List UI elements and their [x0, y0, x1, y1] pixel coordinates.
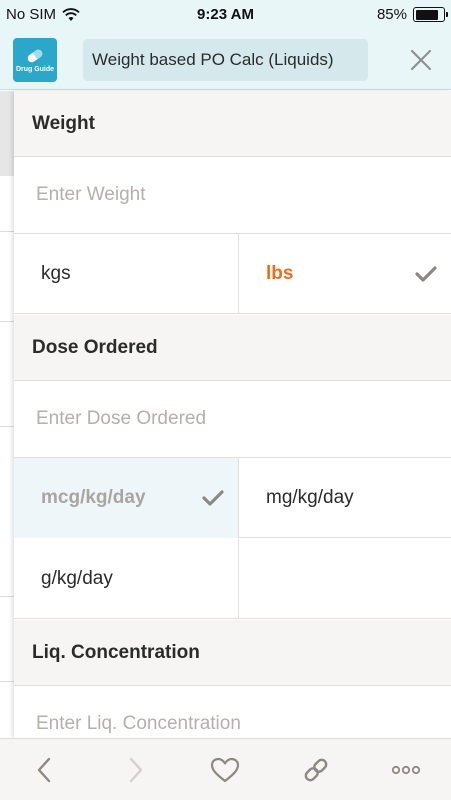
app-logo[interactable]: Drug Guide [13, 38, 57, 82]
checkmark-icon [415, 266, 437, 282]
weight-unit-row: kgs lbs [14, 234, 451, 314]
dose-unit-row: g/kg/day [14, 539, 451, 619]
unit-option-label: mcg/kg/day [41, 487, 146, 508]
background-list-selected-row [0, 91, 14, 176]
link-icon [304, 758, 328, 782]
dose-input[interactable] [14, 381, 451, 457]
chevron-left-icon [37, 757, 51, 783]
concentration-input[interactable] [14, 686, 451, 738]
background-list-divider [0, 321, 14, 322]
unit-option-label: kgs [41, 263, 71, 284]
checkmark-icon [202, 490, 224, 506]
status-bar: No SIM 9:23 AM 85% [0, 0, 451, 30]
unit-option-empty [239, 539, 451, 619]
calculator-form: Weight kgs lbs Dose Ordered mcg/kg/day m… [14, 91, 451, 738]
concentration-input-row [14, 686, 451, 738]
heart-icon [210, 757, 240, 783]
unit-option-label: mg/kg/day [266, 487, 354, 508]
unit-option-label: lbs [266, 263, 294, 284]
battery-icon [413, 7, 448, 22]
unit-option-lbs[interactable]: lbs [239, 234, 451, 314]
link-button[interactable] [296, 751, 336, 789]
battery-tip [445, 12, 448, 17]
chevron-right-icon [129, 757, 143, 783]
unit-option-label: g/kg/day [41, 568, 113, 589]
dose-section-header: Dose Ordered [14, 315, 451, 381]
close-icon [410, 49, 432, 71]
battery-level [415, 9, 439, 20]
calculator-title: Weight based PO Calc (Liquids) [83, 39, 368, 81]
status-right: 85% [376, 6, 448, 23]
back-button[interactable] [24, 751, 64, 789]
bottom-toolbar [0, 738, 451, 800]
background-list-divider [0, 681, 14, 682]
more-button[interactable] [386, 751, 426, 789]
forward-button[interactable] [116, 751, 156, 789]
weight-input-row [14, 157, 451, 234]
weight-section-header: Weight [14, 91, 451, 157]
unit-option-g-kg-day[interactable]: g/kg/day [14, 539, 239, 619]
unit-option-mcg-kg-day[interactable]: mcg/kg/day [14, 458, 239, 538]
unit-option-mg-kg-day[interactable]: mg/kg/day [239, 458, 451, 538]
dose-input-row [14, 381, 451, 458]
background-list-divider [0, 426, 14, 427]
background-list [0, 91, 14, 741]
dose-unit-row: mcg/kg/day mg/kg/day [14, 458, 451, 538]
background-list-divider [0, 231, 14, 232]
background-list-divider [0, 596, 14, 597]
concentration-section-header: Liq. Concentration [14, 620, 451, 686]
logo-label: Drug Guide [15, 65, 55, 73]
close-button[interactable] [405, 44, 437, 76]
favorite-button[interactable] [205, 751, 245, 789]
more-icon [391, 765, 421, 775]
weight-input[interactable] [14, 157, 451, 233]
app-header: Drug Guide Weight based PO Calc (Liquids… [0, 30, 451, 90]
battery-percent: 85% [376, 6, 407, 23]
unit-option-kgs[interactable]: kgs [14, 234, 239, 314]
pill-icon [27, 49, 43, 62]
